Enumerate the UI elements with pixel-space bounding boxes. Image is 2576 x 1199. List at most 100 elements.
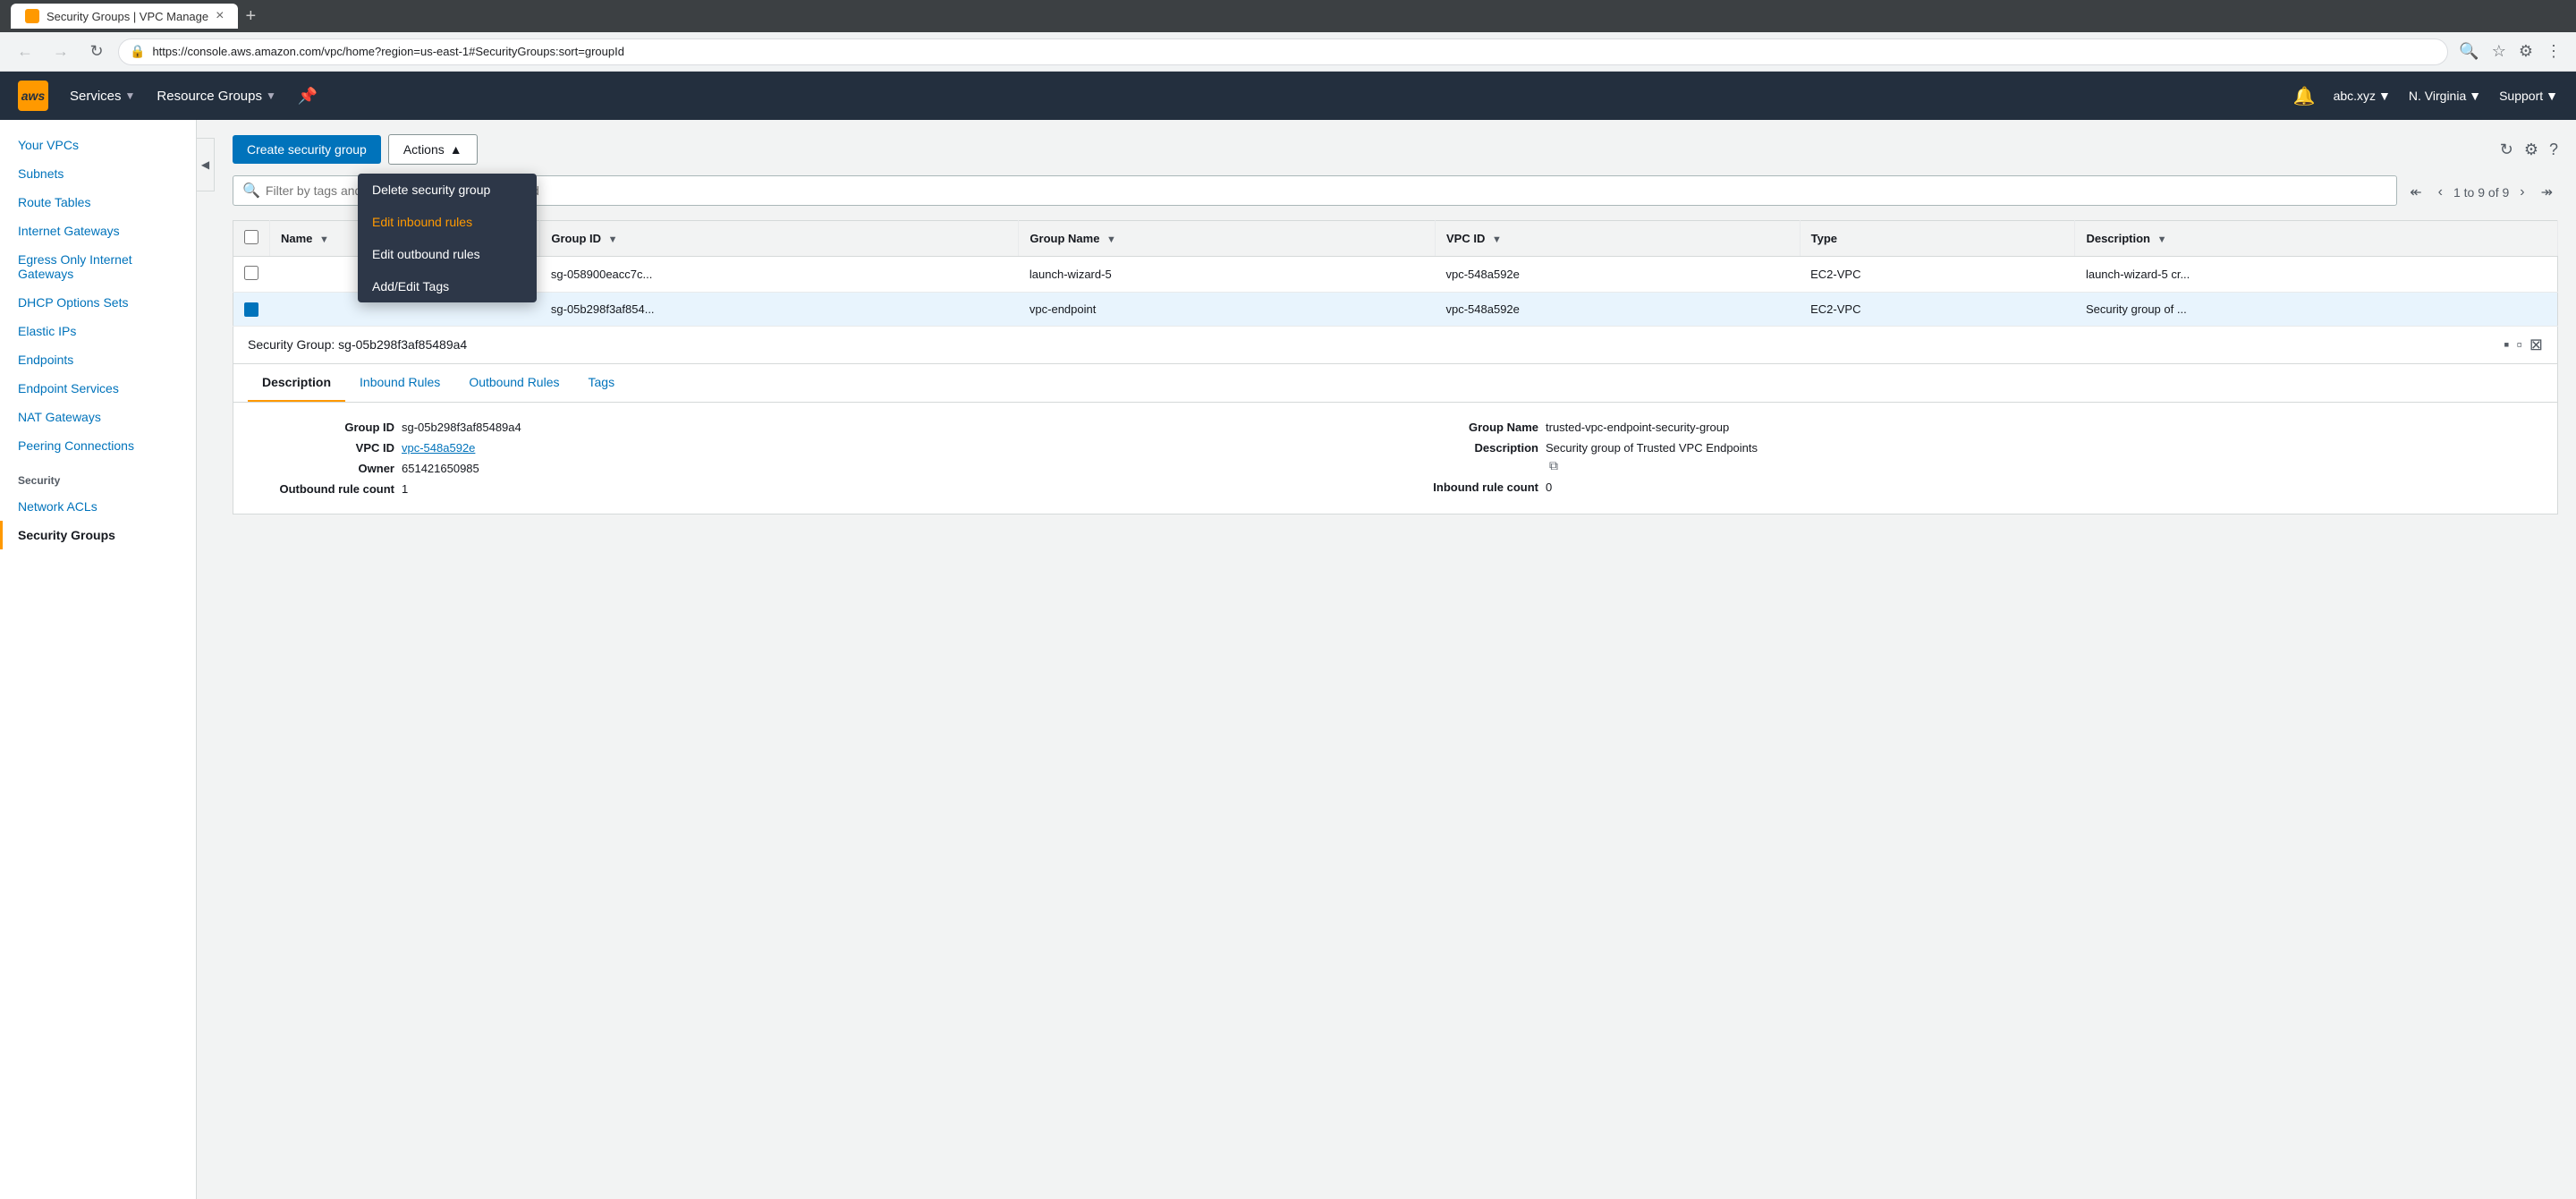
label-inbound-rule-count: Inbound rule count <box>1413 480 1538 494</box>
browser-bookmark-icon[interactable]: ☆ <box>2488 38 2510 64</box>
sidebar-item-endpoint-services[interactable]: Endpoint Services <box>0 374 196 403</box>
pin-icon[interactable]: 📌 <box>298 87 318 106</box>
sidebar-item-network-acls[interactable]: Network ACLs <box>0 492 196 521</box>
actions-chevron-icon: ▲ <box>450 142 462 157</box>
detail-content: Group ID sg-05b298f3af85489a4 VPC ID vpc… <box>233 403 2557 514</box>
filter-input[interactable] <box>266 183 2387 198</box>
label-outbound-rule-count: Outbound rule count <box>269 482 394 496</box>
sidebar-item-route-tables[interactable]: Route Tables <box>0 188 196 217</box>
tab-inbound-rules[interactable]: Inbound Rules <box>345 364 454 402</box>
field-outbound-rule-count: Outbound rule count 1 <box>269 482 1377 496</box>
detail-panel-icon-3[interactable]: ⊠ <box>2529 336 2543 354</box>
aws-topnav: aws Services ▼ Resource Groups ▼ 📌 🔔 abc… <box>0 72 2576 120</box>
group-id-sort-icon[interactable]: ▼ <box>608 234 618 245</box>
help-icon[interactable]: ? <box>2549 140 2558 159</box>
field-inbound-rule-count: Inbound rule count 0 <box>1413 480 2521 494</box>
label-group-name: Group Name <box>1413 421 1538 434</box>
vpc-id-sort-icon[interactable]: ▼ <box>1492 234 1502 245</box>
back-button[interactable]: ← <box>11 38 39 66</box>
detail-right-column: Group Name trusted-vpc-endpoint-security… <box>1413 421 2521 496</box>
account-arrow-icon: ▼ <box>2378 89 2391 103</box>
label-owner: Owner <box>269 462 394 475</box>
aws-logo-text: aws <box>21 89 45 103</box>
pagination-prev-button[interactable]: ‹ <box>2433 183 2448 202</box>
account-nav-item[interactable]: abc.xyz ▼ <box>2334 89 2391 103</box>
browser-search-icon[interactable]: 🔍 <box>2455 38 2482 64</box>
column-header-group-id: Group ID ▼ <box>540 221 1019 257</box>
browser-tab[interactable]: Security Groups | VPC Manage × <box>11 4 238 29</box>
row-2-vpc-id: vpc-548a592e <box>1435 293 1800 327</box>
table-row[interactable]: sg-058900eacc7c... launch-wizard-5 vpc-5… <box>233 257 2558 293</box>
sidebar-item-peering-connections[interactable]: Peering Connections <box>0 431 196 460</box>
browser-menu-icon[interactable]: ⋮ <box>2542 38 2565 64</box>
select-all-checkbox[interactable] <box>244 230 258 244</box>
settings-icon[interactable]: ⚙ <box>2524 140 2538 159</box>
create-security-group-button[interactable]: Create security group <box>233 135 381 164</box>
sidebar-item-subnets[interactable]: Subnets <box>0 159 196 188</box>
field-group-id: Group ID sg-05b298f3af85489a4 <box>269 421 1377 434</box>
table-row[interactable]: sg-05b298f3af854... vpc-endpoint vpc-548… <box>233 293 2558 327</box>
refresh-table-icon[interactable]: ↻ <box>2500 140 2513 159</box>
new-tab-button[interactable]: + <box>245 6 256 27</box>
filter-bar[interactable]: 🔍 <box>233 175 2397 206</box>
services-nav-item[interactable]: Services ▼ <box>70 89 135 104</box>
row-1-type: EC2-VPC <box>1800 257 2075 293</box>
pagination-last-button[interactable]: ↠ <box>2536 182 2558 203</box>
sidebar-item-nat-gateways[interactable]: NAT Gateways <box>0 403 196 431</box>
sidebar-item-internet-gateways[interactable]: Internet Gateways <box>0 217 196 245</box>
sidebar-collapse-button[interactable]: ◀ <box>197 138 215 191</box>
row-checkbox-1[interactable] <box>244 266 258 280</box>
value-owner: 651421650985 <box>402 462 479 475</box>
name-sort-icon[interactable]: ▼ <box>319 234 329 245</box>
refresh-button[interactable]: ↻ <box>82 38 111 66</box>
sidebar-item-dhcp-options-sets[interactable]: DHCP Options Sets <box>0 288 196 317</box>
tab-description[interactable]: Description <box>248 364 345 402</box>
detail-left-column: Group ID sg-05b298f3af85489a4 VPC ID vpc… <box>269 421 1377 496</box>
tab-close-button[interactable]: × <box>216 9 224 23</box>
tab-outbound-rules[interactable]: Outbound Rules <box>454 364 573 402</box>
detail-panel-icon-2[interactable]: ▫ <box>2517 336 2522 354</box>
row-1-description: launch-wizard-5 cr... <box>2075 257 2558 293</box>
resource-groups-label: Resource Groups <box>157 89 262 104</box>
topnav-right: 🔔 abc.xyz ▼ N. Virginia ▼ Support ▼ <box>2293 85 2558 107</box>
security-section-label: Security <box>0 460 196 492</box>
browser-extensions-icon[interactable]: ⚙ <box>2515 38 2537 64</box>
sidebar-item-your-vpcs[interactable]: Your VPCs <box>0 131 196 159</box>
group-name-sort-icon[interactable]: ▼ <box>1106 234 1116 245</box>
toolbar-right-icons: ↻ ⚙ ? <box>2500 140 2558 159</box>
sidebar-item-elastic-ips[interactable]: Elastic IPs <box>0 317 196 345</box>
sidebar-item-egress-only-internet-gateways[interactable]: Egress Only Internet Gateways <box>0 245 196 288</box>
security-groups-table: Name ▼ Group ID ▼ Group Name ▼ VPC ID ▼ <box>233 220 2558 327</box>
support-nav-item[interactable]: Support ▼ <box>2499 89 2558 103</box>
row-checkbox-2-selected[interactable] <box>244 302 258 317</box>
value-group-name: trusted-vpc-endpoint-security-group <box>1546 421 1729 434</box>
forward-button[interactable]: → <box>47 38 75 66</box>
label-vpc-id: VPC ID <box>269 441 394 455</box>
dropdown-item-delete-security-group[interactable]: Delete security group <box>358 174 537 206</box>
app-layout: Your VPCs Subnets Route Tables Internet … <box>0 120 2576 1199</box>
detail-panel-icon-1[interactable]: ▪ <box>2504 336 2509 354</box>
sidebar-item-endpoints[interactable]: Endpoints <box>0 345 196 374</box>
description-sort-icon[interactable]: ▼ <box>2157 234 2167 245</box>
resource-groups-arrow-icon: ▼ <box>266 89 276 102</box>
value-vpc-id[interactable]: vpc-548a592e <box>402 441 475 455</box>
address-bar[interactable]: 🔒 https://console.aws.amazon.com/vpc/hom… <box>118 38 2448 65</box>
dropdown-item-edit-inbound-rules[interactable]: Edit inbound rules <box>358 206 537 238</box>
tab-tags[interactable]: Tags <box>574 364 630 402</box>
aws-logo[interactable]: aws <box>18 81 48 111</box>
detail-panel-header: Security Group: sg-05b298f3af85489a4 ▪ ▫… <box>233 327 2557 364</box>
actions-button[interactable]: Actions ▲ <box>388 134 478 165</box>
sidebar-item-security-groups[interactable]: Security Groups <box>0 521 196 549</box>
row-1-group-id: sg-058900eacc7c... <box>540 257 1019 293</box>
notifications-bell-icon[interactable]: 🔔 <box>2293 85 2316 107</box>
column-header-description: Description ▼ <box>2075 221 2558 257</box>
dropdown-item-add-edit-tags[interactable]: Add/Edit Tags <box>358 270 537 302</box>
pagination-first-button[interactable]: ↞ <box>2404 182 2427 203</box>
copy-icon[interactable]: ⧉ <box>1549 458 1558 472</box>
region-nav-item[interactable]: N. Virginia ▼ <box>2409 89 2481 103</box>
pagination-next-button[interactable]: › <box>2514 183 2529 202</box>
field-group-name: Group Name trusted-vpc-endpoint-security… <box>1413 421 2521 434</box>
resource-groups-nav-item[interactable]: Resource Groups ▼ <box>157 89 275 104</box>
detail-tabs: Description Inbound Rules Outbound Rules… <box>233 364 2557 403</box>
dropdown-item-edit-outbound-rules[interactable]: Edit outbound rules <box>358 238 537 270</box>
